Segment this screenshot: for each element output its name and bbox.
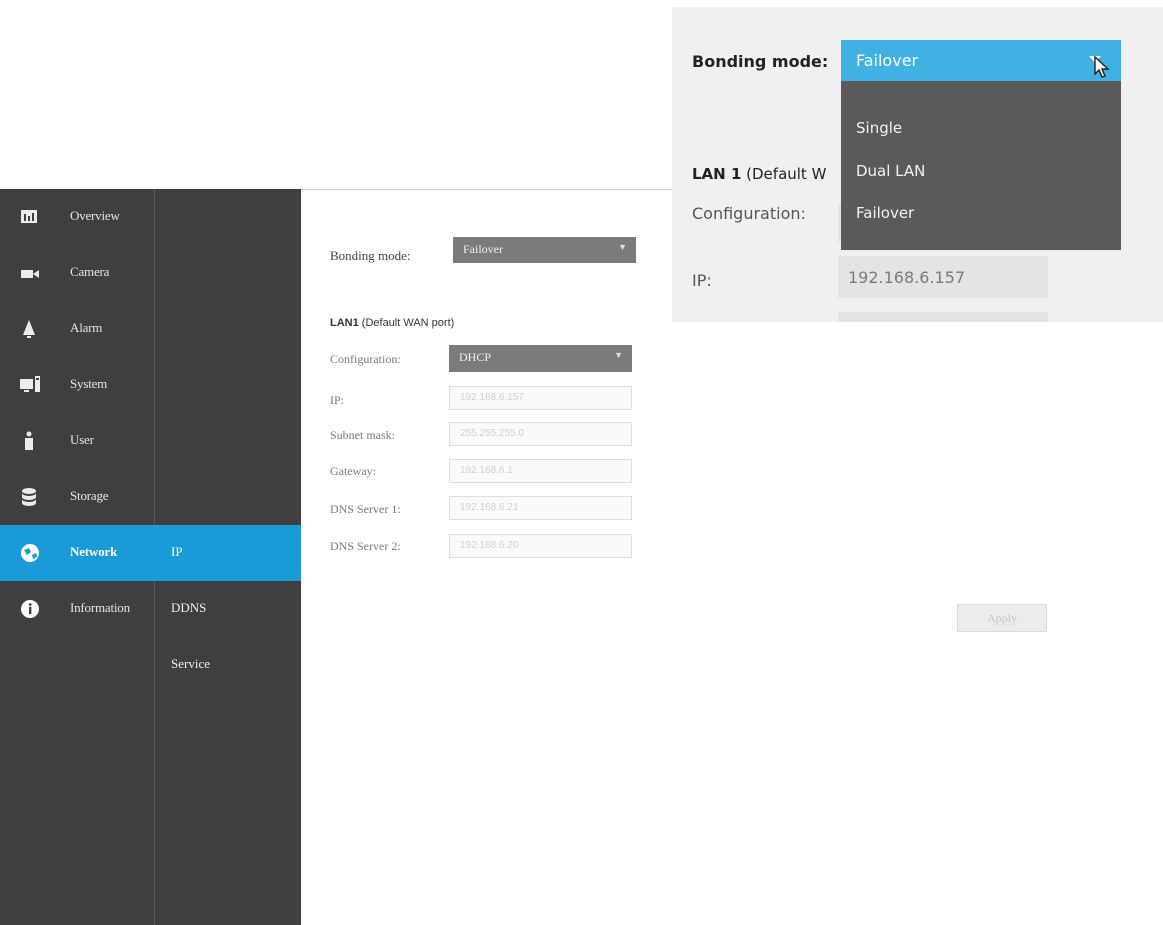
subnet-mask-input[interactable]: 255.255.255.0 — [449, 422, 632, 446]
subnav-item-ddns[interactable]: DDNS — [171, 600, 206, 616]
nav-item-network[interactable]: Network IP — [0, 525, 301, 581]
option-single[interactable]: Single — [856, 119, 902, 137]
storage-icon — [22, 488, 36, 506]
zoom-lan1-title: LAN 1 (Default W — [692, 165, 826, 183]
network-icon — [21, 544, 39, 562]
nav-item-information[interactable]: Information — [0, 581, 301, 637]
bonding-mode-value: Failover — [463, 242, 503, 256]
dns-server-1-input[interactable]: 192.168.6.21 — [449, 496, 632, 520]
nav-item-alarm[interactable]: Alarm — [0, 301, 301, 357]
lan1-section-title: LAN1 (Default WAN port) — [330, 317, 454, 329]
subnet-mask-label: Subnet mask: — [330, 428, 395, 442]
nav-item-user[interactable]: User — [0, 413, 301, 469]
gateway-input[interactable]: 192.168.6.1 — [449, 459, 632, 483]
apply-button[interactable]: Apply — [957, 604, 1047, 632]
bonding-mode-label: Bonding mode: — [330, 248, 411, 263]
option-dual-lan[interactable]: Dual LAN — [856, 162, 925, 180]
bonding-mode-select[interactable]: Failover ▼ — [453, 237, 636, 263]
zoom-lan1-title-bold: LAN 1 — [692, 165, 742, 183]
top-divider — [301, 189, 672, 190]
zoom-bonding-mode-value: Failover — [856, 51, 919, 70]
option-failover[interactable]: Failover — [856, 204, 914, 222]
nav-item-camera[interactable]: Camera — [0, 245, 301, 301]
zoom-bonding-mode-label: Bonding mode: — [692, 52, 829, 71]
configuration-select[interactable]: DHCP ▼ — [449, 345, 632, 372]
zoomed-callout: Bonding mode: LAN 1 (Default W Configura… — [672, 7, 1163, 322]
nav-label: Information — [70, 600, 130, 615]
ip-label: IP: — [330, 393, 345, 407]
subnav-item-service[interactable]: Service — [171, 656, 210, 672]
zoom-subnet-input[interactable] — [838, 312, 1048, 322]
nav-label: User — [70, 432, 94, 447]
chevron-down-icon: ▼ — [618, 242, 627, 252]
overview-icon — [21, 210, 37, 223]
nav-label: Overview — [70, 208, 120, 223]
configuration-value: DHCP — [459, 350, 492, 364]
system-icon — [20, 376, 40, 392]
ip-input[interactable]: 192.168.6.157 — [449, 386, 632, 410]
user-icon — [25, 431, 33, 450]
chevron-down-icon: ▼ — [614, 350, 623, 360]
nav-item-storage[interactable]: Storage — [0, 469, 301, 525]
nav-label: Alarm — [70, 320, 103, 335]
camera-icon — [21, 270, 39, 278]
configuration-label: Configuration: — [330, 352, 401, 366]
lan1-title-rest: (Default WAN port) — [358, 317, 455, 329]
dns-server-1-label: DNS Server 1: — [330, 502, 401, 516]
zoom-lan1-title-rest: (Default W — [741, 165, 827, 183]
bonding-mode-dropdown: Single Dual LAN Failover — [841, 81, 1121, 250]
sidebar: Overview Camera Alarm System User Storag… — [0, 189, 301, 925]
nav-label: System — [70, 376, 108, 391]
zoom-ip-value: 192.168.6.157 — [848, 268, 966, 287]
gateway-label: Gateway: — [330, 464, 376, 478]
dns-server-2-label: DNS Server 2: — [330, 539, 401, 553]
zoom-ip-input[interactable]: 192.168.6.157 — [838, 256, 1048, 298]
nav-label: Network — [70, 544, 117, 559]
lan1-title-bold: LAN1 — [330, 317, 359, 329]
mouse-cursor-icon — [1094, 55, 1110, 78]
nav-item-system[interactable]: System — [0, 357, 301, 413]
subnav-item-ip[interactable]: IP — [171, 544, 183, 560]
nav-label: Storage — [70, 488, 109, 503]
information-icon — [21, 600, 39, 618]
dns-server-2-input[interactable]: 192.168.6.20 — [449, 534, 632, 558]
alarm-icon — [23, 320, 35, 338]
zoom-ip-label: IP: — [692, 271, 712, 290]
main-screenshot: Overview Camera Alarm System User Storag… — [0, 189, 672, 925]
nav-item-overview[interactable]: Overview — [0, 189, 301, 245]
zoom-bonding-mode-select[interactable]: Failover — [841, 40, 1121, 81]
nav-label: Camera — [70, 264, 110, 279]
zoom-configuration-label: Configuration: — [692, 204, 806, 223]
